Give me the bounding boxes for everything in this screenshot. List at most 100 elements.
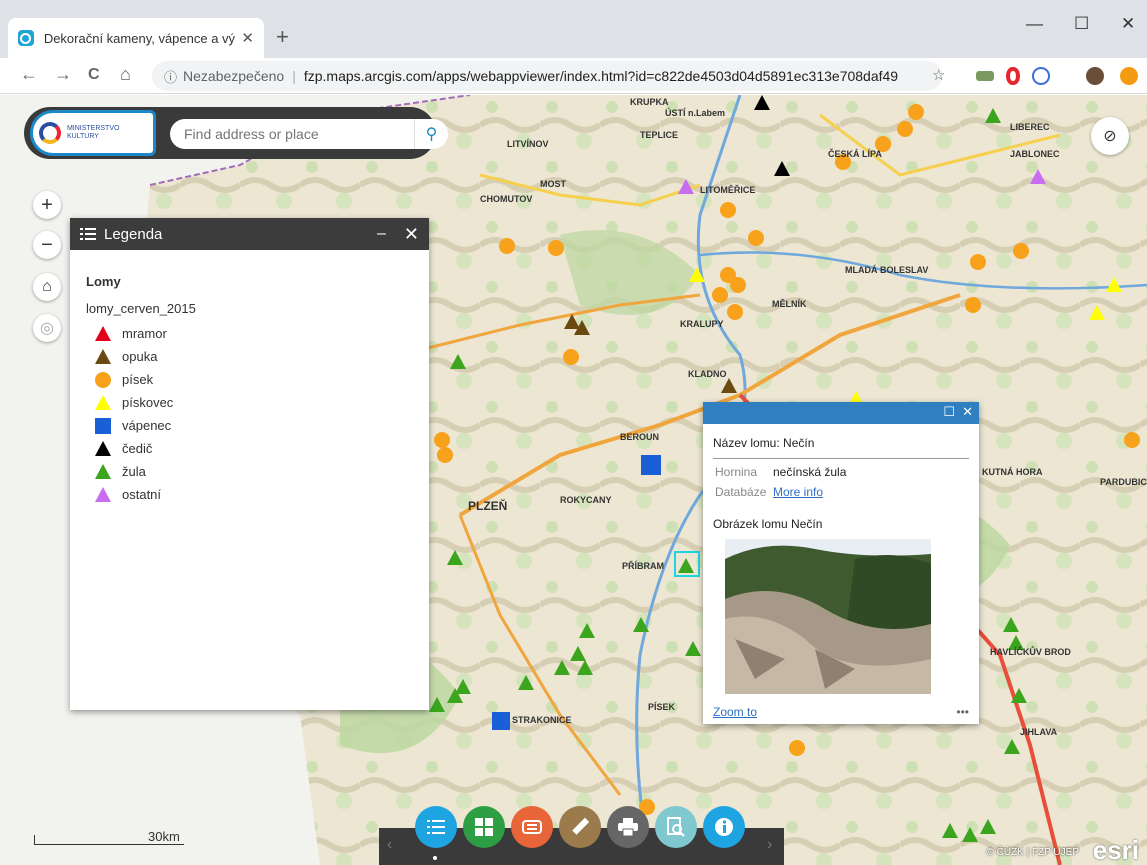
forward-button[interactable]: → [54,64,72,85]
popup-db-row: Databáze More info [715,485,967,499]
url-text[interactable]: fzp.maps.arcgis.com/apps/webappviewer/in… [304,68,898,84]
map-label: JIHLAVA [1020,727,1058,737]
map-label: KRALUPY [680,319,724,329]
popup-close-button[interactable]: ✕ [962,404,973,420]
triangle-purple-icon [95,486,111,502]
more-info-link[interactable]: More info [773,485,823,499]
visibility-toggle-button[interactable]: ⊘ [1091,117,1129,155]
legend-item-label: písek [122,372,154,387]
bookmark-star-icon[interactable]: ☆ [932,66,945,84]
list-icon [80,228,96,240]
new-tab-button[interactable]: + [276,24,289,50]
search-document-icon [667,817,685,837]
maximize-window-button[interactable]: ☐ [1074,14,1089,34]
triangle-yellow-icon [95,394,111,410]
measurement-button[interactable] [559,806,601,848]
ruler-icon [572,817,590,835]
map-label: KRUPKA [630,97,669,107]
popup-rock-row: Hornina nečínská žula [715,465,967,479]
sync-extension-icon[interactable] [1032,67,1050,85]
map-label: KLADNO [688,369,727,379]
url-separator: | [292,68,296,84]
db-label: Databáze [715,485,767,499]
triangle-brown-icon [95,348,111,364]
menu-extension-icon[interactable] [1120,67,1138,85]
legend-panel: Legenda – ✕ Lomy lomy_cerven_2015 mramor… [70,218,429,710]
search-button[interactable]: ⚲ [414,119,448,149]
tab-title: Dekorační kameny, vápence a vý [43,30,236,46]
map-label: LITVÍNOV [507,139,549,149]
legend-body: Lomy lomy_cerven_2015 mramor opuka písek… [70,250,429,530]
search-input[interactable] [170,119,414,149]
rock-label: Hornina [715,465,758,479]
scale-label: 30km [148,829,180,844]
browser-tab[interactable]: Dekorační kameny, vápence a vý ✕ [8,18,264,58]
map-label: PARDUBICE [1100,477,1147,487]
query-button[interactable] [655,806,697,848]
map-label: KUTNÁ HORA [982,467,1043,477]
map-label: LIBEREC [1010,122,1050,132]
list-icon [427,820,445,834]
map-view[interactable]: MOST CHOMUTOV LITOMĚŘICE TEPLICE LITVÍNO… [0,95,1147,865]
popup-footer: Zoom to ••• [703,700,979,724]
zoom-out-button[interactable]: − [33,231,61,259]
popup-maximize-button[interactable]: ☐ [943,404,955,420]
back-button[interactable]: ← [20,64,38,85]
map-label: LITOMĚŘICE [700,184,755,195]
map-label: BEROUN [620,432,659,442]
zoom-in-button[interactable]: + [33,191,61,219]
esri-logo[interactable]: esri [1093,835,1139,865]
legend-header[interactable]: Legenda – ✕ [70,218,429,250]
close-window-button[interactable]: ✕ [1121,14,1135,34]
about-button[interactable] [703,806,745,848]
extension-icon[interactable] [976,71,994,81]
legend-minimize-button[interactable]: – [377,225,386,243]
home-button[interactable]: ⌂ [120,64,131,85]
swap-icon [522,820,542,834]
map-label: PÍSEK [648,702,676,712]
locate-button[interactable]: ◎ [33,314,61,342]
triangle-green-icon [95,463,111,479]
legend-item: opuka [86,345,413,368]
opera-extension-icon[interactable] [1006,67,1020,85]
printer-icon [618,818,638,836]
map-label: MLADÁ BOLESLAV [845,265,928,275]
grid-icon [475,818,493,836]
home-extent-button[interactable]: ⌂ [33,273,61,301]
legend-close-button[interactable]: ✕ [404,224,419,245]
legend-item: vápenec [86,414,413,437]
popup-image-title: Obrázek lomu Nečín [713,517,823,531]
address-bar[interactable]: ⓘ Nezabezpečeno | fzp.maps.arcgis.com/ap… [152,61,942,91]
search-widget: MINISTERSTVO KULTURY ⚲ [24,107,448,159]
tab-close-icon[interactable]: ✕ [241,29,254,47]
map-label: PLZEŇ [468,498,507,513]
triangle-red-icon [95,325,111,341]
basemap-gallery-button[interactable] [463,806,505,848]
map-label: ROKYCANY [560,495,612,505]
dock-next-button[interactable]: › [767,836,772,854]
ministry-logo[interactable]: MINISTERSTVO KULTURY [30,110,156,156]
swipe-widget-button[interactable] [511,806,553,848]
legend-item: pískovec [86,391,413,414]
zoom-to-link[interactable]: Zoom to [713,705,757,719]
info-icon[interactable]: ⓘ [164,67,177,86]
circle-orange-icon [95,371,111,388]
widget-dock: ‹ › [379,806,784,865]
popup-more-button[interactable]: ••• [956,705,969,719]
logo-mark-icon [39,122,61,144]
legend-item-label: ostatní [122,487,162,502]
legend-item-label: pískovec [122,395,174,410]
popup-title: Název lomu: Nečín [713,436,969,459]
quarry-photo[interactable] [725,539,931,694]
dock-prev-button[interactable]: ‹ [387,836,392,854]
legend-sublayer-name: lomy_cerven_2015 [86,301,196,316]
print-button[interactable] [607,806,649,848]
legend-widget-button[interactable] [415,806,457,848]
rock-value: nečínská žula [773,465,847,479]
reload-button[interactable]: C [88,66,100,84]
minimize-window-button[interactable]: — [1026,14,1043,34]
map-label: PŘÍBRAM [622,560,664,571]
feature-popup: ☐ ✕ Název lomu: Nečín Hornina nečínská žu… [703,402,979,724]
profile-avatar[interactable] [1086,67,1104,85]
legend-item: ostatní [86,483,413,506]
